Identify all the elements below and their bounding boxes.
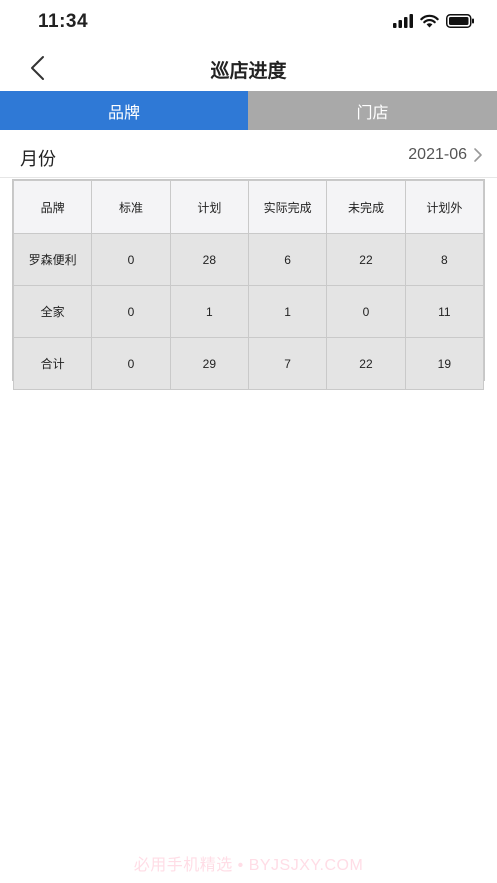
data-table: 品牌 标准 计划 实际完成 未完成 计划外 罗森便利 0 28 6 22 8 全… (12, 180, 485, 390)
month-selector[interactable]: 月份 2021-06 (0, 131, 497, 178)
month-value-picker[interactable]: 2021-06 (408, 146, 483, 164)
table-cell: 合计 (12, 337, 93, 390)
table-cell: 1 (169, 285, 249, 338)
month-value: 2021-06 (408, 146, 467, 163)
battery-icon (446, 14, 474, 28)
wifi-icon (420, 14, 439, 28)
table-cell: 6 (247, 233, 328, 286)
table-cell: 29 (169, 337, 249, 390)
tab-brand[interactable]: 品牌 (0, 91, 248, 130)
header-actual-completed: 实际完成 (247, 180, 328, 234)
table-cell: 0 (91, 285, 171, 338)
table-cell: 22 (326, 233, 406, 286)
status-icons (393, 14, 475, 28)
status-bar: 11:34 (0, 0, 497, 46)
header-standard: 标准 (91, 180, 171, 234)
table-cell: 0 (326, 285, 406, 338)
table-cell: 0 (91, 337, 171, 390)
table-header-row: 品牌 标准 计划 实际完成 未完成 计划外 (12, 180, 485, 234)
table-cell: 全家 (12, 285, 93, 338)
table-cell: 罗森便利 (12, 233, 93, 286)
table-cell: 28 (169, 233, 249, 286)
progress-table: 品牌 标准 计划 实际完成 未完成 计划外 罗森便利 0 28 6 22 8 全… (12, 179, 485, 390)
table-row: 全家 0 1 1 0 11 (12, 285, 485, 338)
status-time: 11:34 (38, 11, 89, 32)
header-brand: 品牌 (12, 180, 93, 234)
watermark: 必用手机精选 • BYJSJXY.COM (133, 857, 364, 874)
chevron-right-icon (474, 148, 482, 162)
table-cell: 22 (326, 337, 406, 390)
header-incomplete: 未完成 (326, 180, 406, 234)
table-cell: 7 (247, 337, 328, 390)
header-plan: 计划 (169, 180, 249, 234)
table-cell: 8 (404, 233, 485, 286)
tab-store[interactable]: 门店 (248, 91, 497, 130)
table-row-total: 合计 0 29 7 22 19 (12, 337, 485, 390)
page-title: 巡店进度 (210, 61, 287, 82)
month-label: 月份 (20, 149, 56, 169)
table-cell: 1 (247, 285, 328, 338)
table-cell: 19 (404, 337, 485, 390)
tab-bar: 品牌 门店 (0, 91, 497, 130)
navigation-bar: 巡店进度 (0, 46, 497, 90)
table-cell: 0 (91, 233, 171, 286)
header-unplanned: 计划外 (404, 180, 485, 234)
table-cell: 11 (404, 285, 485, 338)
table-row: 罗森便利 0 28 6 22 8 (12, 233, 485, 286)
cellular-signal-icon (393, 14, 413, 28)
